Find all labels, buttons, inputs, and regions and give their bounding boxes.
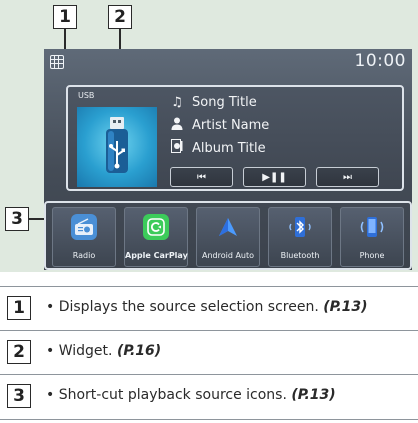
play-pause-icon: ▶❚❚ (262, 171, 287, 183)
legend-description-1: Displays the source selection screen. (58, 299, 319, 315)
shortcut-phone[interactable]: Phone (340, 207, 404, 267)
previous-button[interactable]: ⏮ (170, 167, 233, 187)
play-pause-button[interactable]: ▶❚❚ (243, 167, 306, 187)
callout-2: 2 (108, 5, 132, 29)
shortcut-carplay[interactable]: Apple CarPlay (124, 207, 188, 267)
phone-icon (359, 214, 385, 240)
source-tag: USB (78, 91, 95, 100)
head-unit-screen: 10:00 USB ♫ Song Title Artist Name Album… (44, 49, 412, 270)
legend-text-1: • Displays the source selection screen. … (46, 299, 368, 315)
bluetooth-icon (287, 214, 313, 240)
usb-drive-icon (106, 117, 128, 173)
shortcut-radio[interactable]: Radio (52, 207, 116, 267)
shortcut-label-android-auto: Android Auto (201, 251, 255, 260)
legend-description-2: Widget. (58, 343, 113, 359)
shortcut-label-bluetooth: Bluetooth (280, 251, 320, 260)
legend-text-2: • Widget. (P.16) (46, 343, 162, 359)
now-playing-widget[interactable]: USB ♫ Song Title Artist Name Album Title… (66, 85, 404, 191)
music-note-icon: ♫ (171, 95, 183, 110)
shortcut-android-auto[interactable]: Android Auto (196, 207, 260, 267)
legend-page-ref-3: (P.13) (291, 387, 336, 403)
artist-name: Artist Name (192, 118, 270, 133)
legend-row-2: 2 • Widget. (P.16) (0, 330, 418, 375)
song-title: Song Title (192, 95, 257, 110)
album-art (77, 107, 157, 187)
skip-previous-icon: ⏮ (197, 171, 206, 183)
album-title: Album Title (192, 140, 266, 156)
legend-callout-2: 2 (7, 340, 31, 364)
artist-row: Artist Name (170, 117, 269, 134)
callout-3: 3 (5, 207, 29, 231)
skip-next-icon: ⏭ (343, 171, 352, 183)
legend-text-3: • Short-cut playback source icons. (P.13… (46, 387, 336, 403)
callout-1: 1 (53, 5, 77, 29)
legend-row-1: 1 • Displays the source selection screen… (0, 286, 418, 331)
legend-page-ref-1: (P.13) (323, 299, 368, 315)
legend-callout-3: 3 (7, 384, 31, 408)
shortcut-label-radio: Radio (72, 251, 96, 260)
legend-page-ref-2: (P.16) (116, 343, 162, 359)
legend-description-3: Short-cut playback source icons. (58, 387, 287, 403)
next-button[interactable]: ⏭ (316, 167, 379, 187)
shortcut-bar: Radio Apple CarPlay Android Auto Bluetoo… (44, 201, 412, 270)
android-auto-icon (215, 214, 241, 240)
radio-icon (71, 214, 97, 240)
carplay-icon (143, 214, 169, 240)
shortcut-label-phone: Phone (359, 251, 385, 260)
person-icon (170, 117, 184, 134)
shortcut-label-carplay: Apple CarPlay (125, 251, 188, 260)
shortcut-bluetooth[interactable]: Bluetooth (268, 207, 332, 267)
legend-row-3: 3 • Short-cut playback source icons. (P.… (0, 374, 418, 420)
album-row: Album Title (170, 139, 266, 157)
legend-callout-1: 1 (7, 296, 31, 320)
grid-menu-icon[interactable] (50, 55, 64, 69)
song-row: ♫ Song Title (170, 95, 257, 110)
clock: 10:00 (354, 51, 406, 71)
album-icon (170, 139, 184, 157)
